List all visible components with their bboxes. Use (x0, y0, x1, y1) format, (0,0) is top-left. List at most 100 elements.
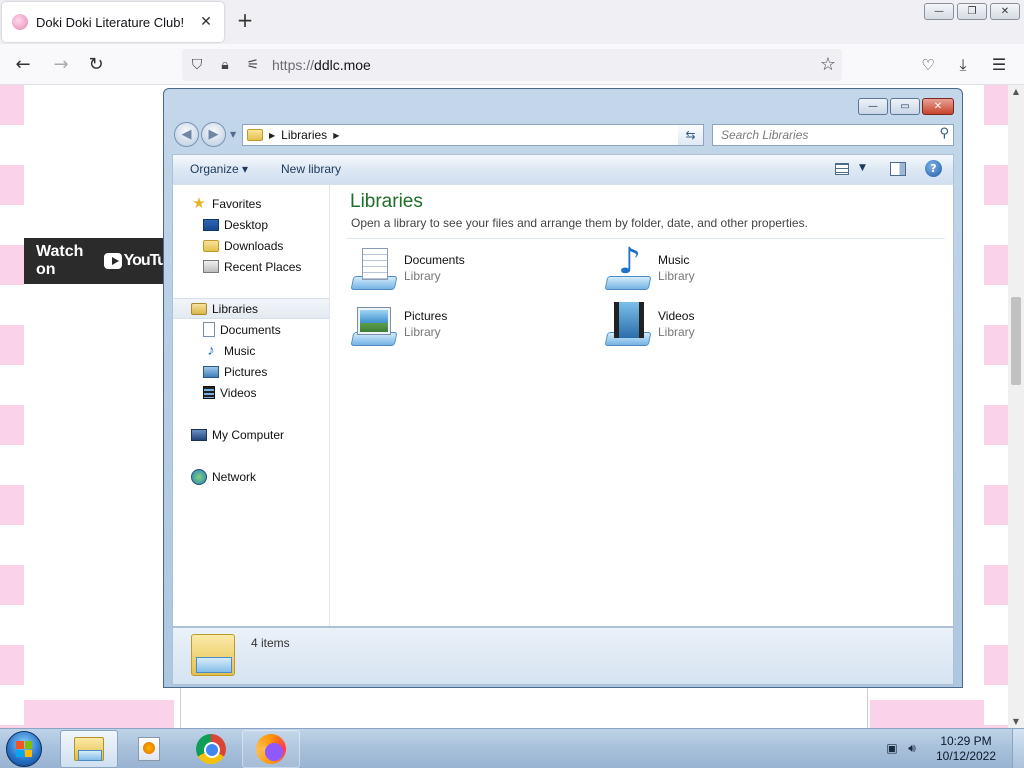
menu-hamburger-icon[interactable]: ☰ (988, 54, 1010, 76)
library-item-documents[interactable]: Documents Library (350, 244, 590, 294)
explorer-window-controls: — ▭ ✕ (858, 98, 954, 115)
pink-stripe-right (984, 85, 1008, 728)
pink-block-bottom-right (870, 700, 984, 728)
header-divider (347, 238, 945, 239)
breadcrumb-libraries[interactable]: Libraries (281, 128, 327, 142)
back-arrow-icon[interactable]: ← (12, 54, 34, 76)
library-item-videos[interactable]: Videos Library (604, 300, 844, 350)
windows-logo-icon (16, 741, 32, 757)
system-tray: ▣ 🔊︎ 10:29 PM 10/12/2022 (876, 729, 1024, 768)
breadcrumb-arrow-icon[interactable]: ▶ (333, 131, 339, 140)
breadcrumb-arrow-icon[interactable]: ▶ (269, 131, 275, 140)
browser-close-button[interactable]: ✕ (990, 3, 1020, 20)
youtube-watch-bar[interactable]: Watch on YouTu (24, 238, 167, 284)
taskbar-firefox[interactable] (242, 730, 300, 768)
url-bar[interactable]: ⛉ 🔒︎ ⚟ https://ddlc.moe ☆ (182, 49, 842, 81)
search-input[interactable]: Search Libraries ⚲ (712, 124, 954, 146)
nav-item-favorites[interactable]: ★ Favorites (173, 193, 329, 214)
explorer-close-button[interactable]: ✕ (922, 98, 954, 115)
refresh-icon[interactable]: ⇆ (678, 124, 704, 146)
scroll-down-icon[interactable]: ▼ (1008, 717, 1024, 726)
help-icon[interactable]: ? (925, 160, 942, 177)
explorer-maximize-button[interactable]: ▭ (890, 98, 920, 115)
new-tab-button[interactable]: + (234, 10, 256, 32)
library-content: Libraries Open a library to see your fil… (341, 185, 953, 626)
explorer-back-icon[interactable]: ◀ (174, 122, 199, 147)
system-clock[interactable]: 10:29 PM 10/12/2022 (924, 734, 1008, 764)
nav-item-libraries[interactable]: Libraries (173, 298, 329, 319)
downloads-icon[interactable]: ⤓ (952, 54, 974, 76)
reload-icon[interactable]: ↻ (85, 54, 107, 76)
network-globe-icon (191, 468, 207, 485)
chrome-icon (196, 734, 226, 764)
pocket-icon[interactable]: ♡ (917, 54, 939, 76)
explorer-body: ★ Favorites Desktop Downloads Recent Pla… (172, 184, 954, 627)
nav-item-network[interactable]: Network (173, 466, 329, 487)
lock-icon[interactable]: 🔒︎ (216, 55, 234, 75)
organize-button[interactable]: Organize ▾ (190, 162, 248, 176)
videos-library-icon (604, 302, 652, 348)
library-item-pictures[interactable]: Pictures Library (350, 300, 590, 350)
forward-arrow-icon[interactable]: → (50, 54, 72, 76)
nav-item-my-computer[interactable]: My Computer (173, 424, 329, 445)
taskbar: ▣ 🔊︎ 10:29 PM 10/12/2022 (0, 728, 1024, 768)
youtube-brand-text: YouTu (123, 252, 167, 269)
computer-icon (191, 428, 207, 441)
nav-item-desktop[interactable]: Desktop (173, 214, 329, 235)
nav-item-music[interactable]: ♪ Music (173, 340, 329, 361)
view-dropdown-icon[interactable]: ▼ (859, 163, 866, 173)
new-library-button[interactable]: New library (281, 162, 341, 176)
browser-restore-button[interactable]: ❐ (957, 3, 987, 20)
media-player-icon (138, 737, 160, 761)
nav-item-downloads[interactable]: Downloads (173, 235, 329, 256)
address-row: ◀ ▶ ▼ ▶ Libraries ▶ ▼ ⇆ Search Libraries… (172, 122, 954, 148)
scrollbar-thumb[interactable] (1011, 297, 1021, 385)
start-button[interactable] (6, 731, 42, 767)
search-icon[interactable]: ⚲ (939, 126, 949, 141)
taskbar-explorer[interactable] (60, 730, 118, 768)
network-tray-icon[interactable]: ▣ (884, 741, 900, 755)
pink-stripe-left (0, 85, 24, 728)
nav-item-videos[interactable]: Videos (173, 382, 329, 403)
explorer-forward-icon[interactable]: ▶ (201, 122, 226, 147)
pictures-icon (203, 365, 219, 378)
scroll-up-icon[interactable]: ▲ (1008, 87, 1024, 96)
documents-library-icon (350, 246, 398, 292)
tab-close-icon[interactable]: ✕ (198, 14, 214, 30)
videos-filmstrip-icon (203, 386, 215, 399)
explorer-minimize-button[interactable]: — (858, 98, 888, 115)
watch-on-label: Watch on (36, 243, 84, 278)
search-placeholder: Search Libraries (721, 128, 809, 142)
desktop-icon (203, 218, 219, 231)
browser-tab-title: Doki Doki Literature Club! (36, 14, 185, 30)
bookmark-star-icon[interactable]: ☆ (820, 54, 836, 75)
browser-minimize-button[interactable]: — (924, 3, 954, 20)
volume-tray-icon[interactable]: 🔊︎ (904, 741, 920, 755)
shield-icon[interactable]: ⛉ (188, 55, 206, 75)
recent-places-icon (203, 260, 219, 273)
recent-pages-chevron-icon[interactable]: ▼ (230, 130, 236, 139)
library-item-music[interactable]: ♪ Music Library (604, 242, 844, 294)
nav-item-recent-places[interactable]: Recent Places (173, 256, 329, 277)
clock-time: 10:29 PM (940, 734, 992, 748)
nav-item-documents[interactable]: Documents (173, 319, 329, 340)
command-bar: Organize ▾ New library ▼ ? (172, 154, 954, 184)
explorer-folder-icon (74, 737, 104, 761)
ddlc-favicon-icon (12, 14, 28, 30)
favorites-star-icon: ★ (192, 194, 206, 212)
pink-block-bottom-left (24, 700, 174, 728)
show-desktop-button[interactable] (1012, 729, 1024, 768)
browser-nav-bar: ← → ↻ ⛉ 🔒︎ ⚟ https://ddlc.moe ☆ ♡ ⤓ ☰ (0, 44, 1024, 85)
browser-tab-active[interactable]: Doki Doki Literature Club! ✕ (2, 2, 224, 42)
navigation-pane: ★ Favorites Desktop Downloads Recent Pla… (173, 185, 330, 626)
preview-pane-icon[interactable] (890, 162, 906, 176)
url-text[interactable]: https://ddlc.moe (272, 57, 371, 73)
page-scrollbar[interactable]: ▲ ▼ (1008, 85, 1024, 728)
item-count: 4 items (251, 636, 290, 650)
taskbar-chrome[interactable] (182, 730, 240, 768)
address-bar[interactable]: ▶ Libraries ▶ ▼ (242, 124, 704, 146)
permissions-icon[interactable]: ⚟ (244, 55, 262, 75)
change-view-icon[interactable] (835, 163, 849, 175)
taskbar-media-player[interactable] (120, 730, 178, 768)
nav-item-pictures[interactable]: Pictures (173, 361, 329, 382)
